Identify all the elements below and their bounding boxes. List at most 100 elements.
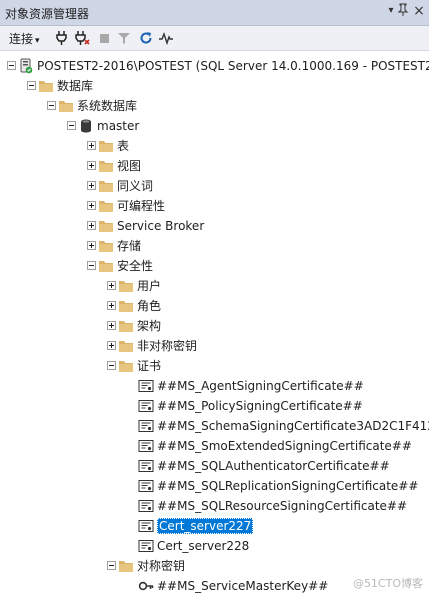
- tree-node-master[interactable]: master: [0, 116, 429, 136]
- tree-node-label: 架构: [137, 319, 162, 333]
- expand-icon[interactable]: [107, 321, 116, 330]
- filter-icon[interactable]: [116, 30, 132, 46]
- panel-title-bar: 对象资源管理器 ▾ ×: [0, 0, 429, 26]
- connect-button[interactable]: 连接 ▾: [9, 30, 40, 47]
- tree-node-folder[interactable]: 角色: [0, 296, 429, 316]
- cert-icon: [138, 538, 154, 554]
- tree-node-folder[interactable]: 同义词: [0, 176, 429, 196]
- expand-icon[interactable]: [107, 301, 116, 310]
- tree-node-certificate[interactable]: Cert_server227: [0, 516, 429, 536]
- tree-node-label: ##MS_SQLAuthenticatorCertificate##: [157, 459, 390, 473]
- tree-node-label: ##MS_ServiceMasterKey##: [157, 579, 329, 593]
- cert-icon: [138, 438, 154, 454]
- tree-node-databases[interactable]: 数据库: [0, 76, 429, 96]
- tree-node-folder[interactable]: 安全性: [0, 256, 429, 276]
- expand-icon[interactable]: [87, 181, 96, 190]
- tree-node-label: ##MS_PolicySigningCertificate##: [157, 399, 363, 413]
- tree-node-label: 安全性: [117, 259, 154, 273]
- disconnect-plug-icon[interactable]: [74, 30, 90, 46]
- folder-icon: [98, 198, 114, 214]
- tree-node-certificate[interactable]: ##MS_SQLAuthenticatorCertificate##: [0, 456, 429, 476]
- tree-node-label: 数据库: [57, 79, 94, 93]
- tree-node-folder[interactable]: 可编程性: [0, 196, 429, 216]
- collapse-icon[interactable]: [7, 61, 16, 70]
- folder-icon: [118, 278, 134, 294]
- activity-monitor-icon[interactable]: [158, 30, 174, 46]
- tree-node-label: Service Broker: [117, 219, 205, 233]
- connect-plug-icon[interactable]: [54, 30, 70, 46]
- tree-node-certificate[interactable]: ##MS_AgentSigningCertificate##: [0, 376, 429, 396]
- chevron-down-icon: ▾: [35, 36, 40, 46]
- folder-icon: [118, 298, 134, 314]
- collapse-icon[interactable]: [87, 261, 96, 270]
- tree-node-label: 系统数据库: [77, 99, 138, 113]
- folder-icon: [118, 558, 134, 574]
- object-explorer-tree[interactable]: POSTEST2-2016\POSTEST (SQL Server 14.0.1…: [0, 51, 429, 595]
- panel-title: 对象资源管理器: [5, 7, 90, 21]
- folder-icon: [98, 258, 114, 274]
- tree-node-folder[interactable]: 表: [0, 136, 429, 156]
- tree-node-label: master: [97, 119, 140, 133]
- expand-icon[interactable]: [87, 241, 96, 250]
- server-icon: [18, 58, 34, 74]
- tree-node-server[interactable]: POSTEST2-2016\POSTEST (SQL Server 14.0.1…: [0, 56, 429, 76]
- tree-node-label: ##MS_AgentSigningCertificate##: [157, 379, 364, 393]
- tree-node-label: ##MS_SchemaSigningCertificate3AD2C1F412E…: [157, 419, 429, 433]
- stop-icon[interactable]: [96, 30, 112, 46]
- tree-node-label: 证书: [137, 359, 162, 373]
- tree-node-label: 对称密钥: [137, 559, 186, 573]
- folder-icon: [118, 318, 134, 334]
- tree-node-symmetric-keys[interactable]: 对称密钥: [0, 556, 429, 576]
- tree-node-certificate[interactable]: ##MS_PolicySigningCertificate##: [0, 396, 429, 416]
- tree-node-label: 视图: [117, 159, 142, 173]
- folder-icon: [118, 338, 134, 354]
- expand-icon[interactable]: [87, 141, 96, 150]
- cert-icon: [138, 418, 154, 434]
- tree-node-label: 表: [117, 139, 130, 153]
- tree-node-certificate[interactable]: ##MS_SmoExtendedSigningCertificate##: [0, 436, 429, 456]
- collapse-icon[interactable]: [47, 101, 56, 110]
- tree-node-certificate[interactable]: ##MS_SQLResourceSigningCertificate##: [0, 496, 429, 516]
- pin-icon[interactable]: [396, 3, 410, 19]
- tree-node-folder[interactable]: 存储: [0, 236, 429, 256]
- tree-node-folder[interactable]: 非对称密钥: [0, 336, 429, 356]
- expand-icon[interactable]: [87, 201, 96, 210]
- tree-node-label: Cert_server227: [157, 518, 254, 534]
- cert-icon: [138, 458, 154, 474]
- tree-node-folder[interactable]: 证书: [0, 356, 429, 376]
- tree-node-folder[interactable]: 架构: [0, 316, 429, 336]
- tree-node-label: 存储: [117, 239, 142, 253]
- tree-node-label: 可编程性: [117, 199, 166, 213]
- cert-icon: [138, 518, 154, 534]
- tree-node-certificate[interactable]: Cert_server228: [0, 536, 429, 556]
- folder-icon: [118, 358, 134, 374]
- folder-icon: [98, 218, 114, 234]
- expand-icon[interactable]: [107, 341, 116, 350]
- close-icon[interactable]: ×: [412, 3, 426, 19]
- watermark: @51CTO博客: [352, 577, 423, 590]
- expand-icon[interactable]: [87, 221, 96, 230]
- collapse-icon[interactable]: [27, 81, 36, 90]
- tree-node-certificate[interactable]: ##MS_SchemaSigningCertificate3AD2C1F412E…: [0, 416, 429, 436]
- tree-node-system-databases[interactable]: 系统数据库: [0, 96, 429, 116]
- tree-node-folder[interactable]: 视图: [0, 156, 429, 176]
- cert-icon: [138, 378, 154, 394]
- key-icon: [138, 578, 154, 594]
- collapse-icon[interactable]: [107, 361, 116, 370]
- cert-icon: [138, 478, 154, 494]
- collapse-icon[interactable]: [67, 121, 76, 130]
- collapse-icon[interactable]: [107, 561, 116, 570]
- tree-node-folder[interactable]: Service Broker: [0, 216, 429, 236]
- expand-icon[interactable]: [87, 161, 96, 170]
- tree-node-folder[interactable]: 用户: [0, 276, 429, 296]
- expand-icon[interactable]: [107, 281, 116, 290]
- tree-node-label: 角色: [137, 299, 162, 313]
- refresh-icon[interactable]: [138, 30, 154, 46]
- tree-node-label: ##MS_SQLReplicationSigningCertificate##: [157, 479, 419, 493]
- cert-icon: [138, 498, 154, 514]
- tree-node-label: ##MS_SQLResourceSigningCertificate##: [157, 499, 408, 513]
- folder-icon: [58, 98, 74, 114]
- tree-node-certificate[interactable]: ##MS_SQLReplicationSigningCertificate##: [0, 476, 429, 496]
- folder-icon: [98, 178, 114, 194]
- tree-node-label: 非对称密钥: [137, 339, 198, 353]
